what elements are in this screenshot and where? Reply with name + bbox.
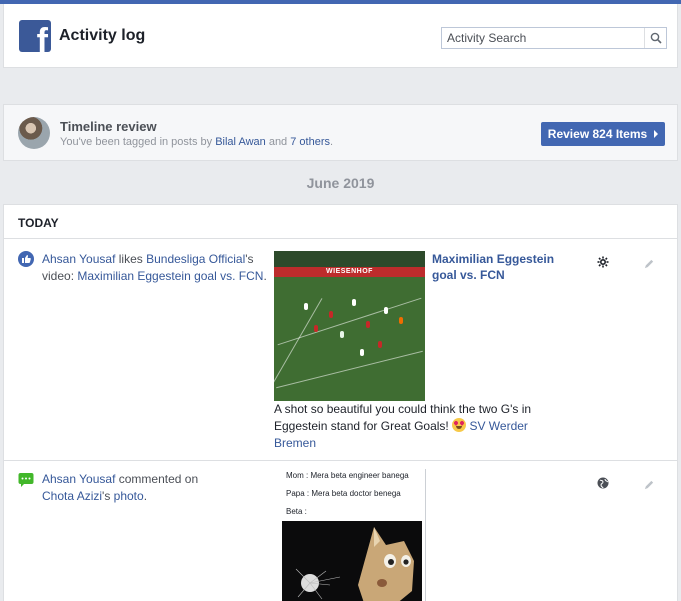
cat-image: [282, 521, 422, 601]
globe-icon: [597, 477, 609, 489]
activity-search: [441, 27, 667, 49]
divider: [4, 460, 677, 461]
edit-button[interactable]: [642, 256, 656, 270]
actor-link[interactable]: Ahsan Yousaf: [42, 252, 115, 266]
page-title: Activity log: [59, 27, 146, 44]
photo-thumbnail[interactable]: Mom : Mera beta engineer banega Papa : M…: [278, 469, 426, 601]
facebook-logo[interactable]: f: [19, 20, 51, 52]
activity-entry-text: Ahsan Yousaf commented on Chota Azizi's …: [42, 472, 199, 503]
search-icon: [650, 32, 662, 44]
photo-link[interactable]: photo: [114, 489, 144, 503]
others-link[interactable]: 7 others: [290, 136, 330, 148]
post-title-link[interactable]: Maximilian Eggestein goal vs. FCN: [432, 251, 572, 283]
timeline-review-title: Timeline review: [60, 119, 157, 134]
pencil-icon: [644, 259, 653, 268]
search-button[interactable]: [644, 28, 666, 48]
post-caption: A shot so beautiful you could think the …: [274, 402, 532, 450]
actor-link[interactable]: Ahsan Yousaf: [42, 472, 115, 486]
activity-entry-text: Ahsan Yousaf likes Bundesliga Official's…: [42, 252, 267, 283]
chevron-right-icon: [654, 130, 659, 138]
page-link[interactable]: Bundesliga Official: [146, 252, 245, 266]
divider: [4, 238, 677, 239]
heart-eyes-emoji-icon: [452, 418, 467, 432]
tagger-link[interactable]: Bilal Awan: [215, 136, 266, 148]
month-header: June 2019: [306, 175, 375, 191]
edit-button[interactable]: [642, 477, 656, 491]
avatar[interactable]: [18, 117, 50, 149]
comment-icon: [18, 473, 34, 487]
privacy-selector[interactable]: [596, 476, 610, 490]
section-label: TODAY: [18, 216, 59, 230]
privacy-selector[interactable]: [596, 255, 610, 269]
review-items-button[interactable]: Review 824 Items: [541, 122, 665, 146]
timeline-review-bar: Timeline review You've been tagged in po…: [3, 104, 678, 161]
activity-feed: TODAY Ahsan Yousaf likes Bundesliga Offi…: [3, 204, 678, 601]
like-icon: [18, 251, 34, 267]
activity-search-input[interactable]: [442, 28, 642, 48]
header: f Activity log: [3, 4, 678, 68]
gear-icon: [597, 256, 609, 268]
video-link[interactable]: Maximilian Eggestein goal vs. FCN: [77, 269, 263, 283]
profile-link[interactable]: Chota Azizi: [42, 489, 102, 503]
video-thumbnail[interactable]: WIESENHOF: [266, 251, 425, 401]
pencil-icon: [644, 480, 653, 489]
timeline-review-subtitle: You've been tagged in posts by Bilal Awa…: [60, 136, 334, 148]
